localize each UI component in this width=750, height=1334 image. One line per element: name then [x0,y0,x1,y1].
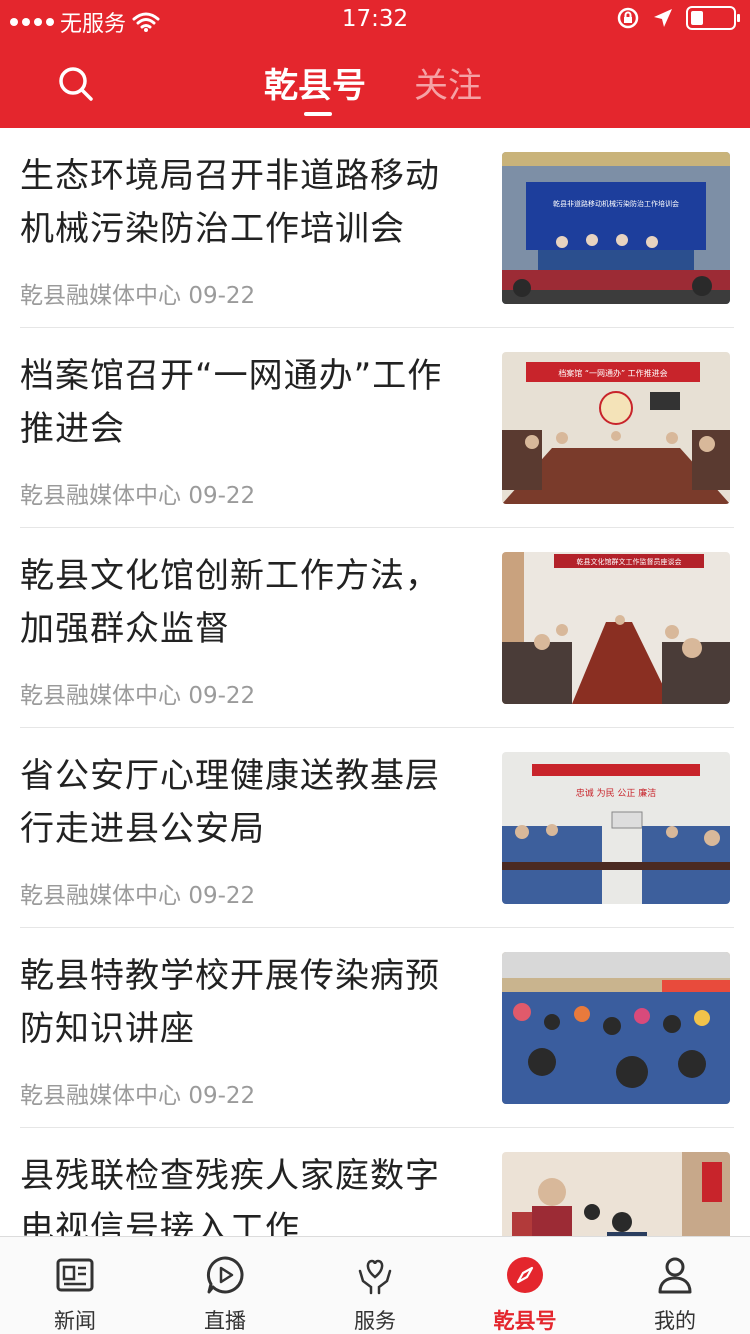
thumb-banner-text: 档案馆 “一网通办” 工作推进会 [558,368,667,378]
nav-label: 直播 [204,1309,246,1333]
tab-follow[interactable]: 关注 [414,58,482,107]
heart-hands-icon [358,1259,392,1295]
article-meta: 乾县融媒体中心 09-22 [20,676,255,710]
rotation-lock-icon [617,7,639,29]
article-title[interactable]: 乾县特教学校开展传染病预防知识讲座 [20,950,470,1056]
article-title[interactable]: 生态环境局召开非道路移动机械污染防治工作培训会 [20,150,470,256]
article-meta: 乾县融媒体中心 09-22 [20,276,255,310]
article-title[interactable]: 省公安厅心理健康送教基层行走进县公安局 [20,750,470,856]
bottom-nav: 新闻 直播 服务 乾县号 我的 [0,1236,750,1334]
list-item[interactable]: 乾县特教学校开展传染病预防知识讲座 乾县融媒体中心 09-22 [20,928,734,1128]
news-feed[interactable]: 生态环境局召开非道路移动机械污染防治工作培训会 乾县融媒体中心 09-22 乾县… [0,128,750,1236]
nav-news[interactable]: 新闻 [0,1237,150,1334]
compass-icon [507,1257,543,1293]
top-header: 无服务 17:32 乾县号 关注 [0,0,750,128]
person-icon [658,1257,692,1294]
list-item[interactable]: 生态环境局召开非道路移动机械污染防治工作培训会 乾县融媒体中心 09-22 乾县… [20,128,734,328]
article-thumbnail[interactable]: 忠诚 为民 公正 廉洁 [502,752,730,904]
article-thumbnail[interactable] [502,1152,730,1236]
article-thumbnail[interactable] [502,952,730,1104]
article-thumbnail[interactable]: 乾县文化馆群文工作监督员座谈会 [502,552,730,704]
play-icon [206,1256,244,1294]
nav-live[interactable]: 直播 [150,1237,300,1334]
thumb-banner-text: 乾县文化馆群文工作监督员座谈会 [577,557,682,566]
list-item[interactable]: 县残联检查残疾人家庭数字电视信号接入工作 [20,1128,734,1236]
article-source: 乾县融媒体中心 [20,883,181,909]
nav-qianxianhao[interactable]: 乾县号 [450,1237,600,1334]
article-date: 09-22 [188,883,256,909]
article-title[interactable]: 乾县文化馆创新工作方法，加强群众监督 [20,550,470,656]
location-arrow-icon [654,9,672,27]
tab-qianxianhao[interactable]: 乾县号 [264,58,366,107]
article-meta: 乾县融媒体中心 09-22 [20,476,255,510]
thumb-banner-text: 乾县非道路移动机械污染防治工作培训会 [553,199,679,208]
status-bar: 无服务 17:32 [0,0,750,40]
article-source: 乾县融媒体中心 [20,683,181,709]
newspaper-icon [56,1258,94,1292]
header-tabs: 乾县号 关注 [0,58,750,118]
thumb-banner-text: 忠诚 为民 公正 廉洁 [576,787,657,799]
article-date: 09-22 [188,1083,256,1109]
nav-service[interactable]: 服务 [300,1237,450,1334]
article-source: 乾县融媒体中心 [20,483,181,509]
article-date: 09-22 [188,483,256,509]
article-meta: 乾县融媒体中心 09-22 [20,876,255,910]
nav-label: 新闻 [54,1309,96,1333]
article-source: 乾县融媒体中心 [20,283,181,309]
nav-label: 乾县号 [493,1309,557,1333]
article-thumbnail[interactable]: 乾县非道路移动机械污染防治工作培训会 [502,152,730,304]
battery-icon [686,6,740,30]
nav-mine[interactable]: 我的 [600,1237,750,1334]
active-tab-indicator [304,112,332,116]
list-item[interactable]: 档案馆召开“一网通办”工作推进会 乾县融媒体中心 09-22 档案馆 “一网通办… [20,328,734,528]
status-right-icons [616,6,740,30]
article-meta: 乾县融媒体中心 09-22 [20,1076,255,1110]
article-date: 09-22 [188,283,256,309]
list-item[interactable]: 乾县文化馆创新工作方法，加强群众监督 乾县融媒体中心 09-22 乾县文化馆群文… [20,528,734,728]
nav-label: 服务 [354,1309,396,1333]
nav-label: 我的 [654,1309,696,1333]
article-source: 乾县融媒体中心 [20,1083,181,1109]
article-title[interactable]: 档案馆召开“一网通办”工作推进会 [20,350,470,456]
article-thumbnail[interactable]: 档案馆 “一网通办” 工作推进会 [502,352,730,504]
list-item[interactable]: 省公安厅心理健康送教基层行走进县公安局 乾县融媒体中心 09-22 忠诚 为民 … [20,728,734,928]
article-date: 09-22 [188,683,256,709]
article-title[interactable]: 县残联检查残疾人家庭数字电视信号接入工作 [20,1150,470,1236]
